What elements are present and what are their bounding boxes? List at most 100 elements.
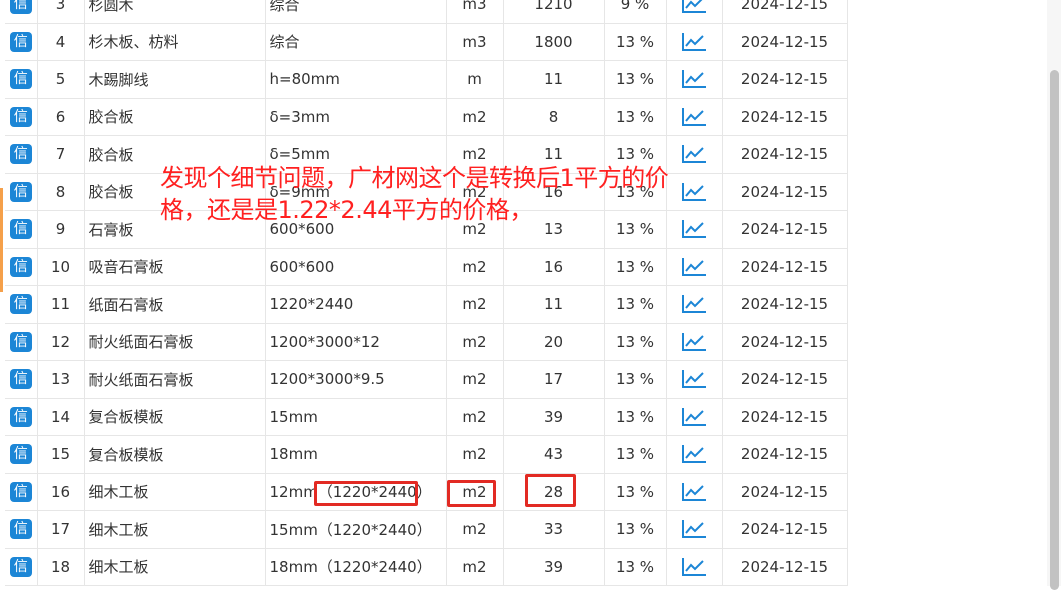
xin-badge-icon[interactable]: 信	[9, 369, 32, 390]
material-name: 胶合板	[84, 98, 266, 136]
update-date: 2024-12-15	[722, 510, 848, 549]
table-row: 信 3 杉圆木 综合 m3 1210 9 % 2024-12-15	[5, 0, 848, 24]
xin-badge-icon[interactable]: 信	[9, 519, 32, 540]
trend-chart-icon[interactable]	[681, 32, 707, 52]
price: 39	[503, 398, 605, 436]
unit: m2	[446, 285, 504, 324]
update-date: 2024-12-15	[722, 0, 848, 24]
material-name: 吸音石膏板	[84, 248, 266, 286]
price: 16	[503, 248, 605, 286]
xin-badge-icon[interactable]: 信	[9, 481, 32, 502]
trend-chart-icon[interactable]	[681, 444, 707, 464]
trend-chart-icon[interactable]	[681, 482, 707, 502]
update-date: 2024-12-15	[722, 548, 848, 586]
badge-cell: 信	[5, 135, 38, 174]
xin-badge-icon[interactable]: 信	[9, 144, 32, 165]
trend-chart-icon[interactable]	[681, 294, 707, 314]
xin-badge-icon[interactable]: 信	[9, 181, 32, 202]
price: 11	[503, 60, 605, 99]
xin-badge-icon[interactable]: 信	[9, 556, 32, 577]
row-index: 8	[37, 173, 85, 211]
material-name: 杉圆木	[84, 0, 266, 24]
left-accent-bar	[0, 188, 3, 292]
trend-chart-icon[interactable]	[681, 107, 707, 127]
trend-cell	[666, 548, 723, 586]
material-spec: 1220*2440	[265, 285, 447, 324]
highlight-box-spec	[314, 481, 418, 506]
unit: m2	[446, 323, 504, 361]
material-spec: 18mm	[265, 435, 447, 474]
trend-chart-icon[interactable]	[681, 407, 707, 427]
trend-chart-icon[interactable]	[681, 257, 707, 277]
annotation-line-2: 格，还是是1.22*2.44平方的价格，	[160, 196, 533, 224]
xin-badge-icon[interactable]: 信	[9, 31, 32, 52]
table-row: 信 4 杉木板、枋料 综合 m3 1800 13 % 2024-12-15	[5, 23, 848, 61]
update-date: 2024-12-15	[722, 435, 848, 474]
trend-chart-icon[interactable]	[681, 519, 707, 539]
xin-badge-icon[interactable]: 信	[9, 294, 32, 315]
tax-rate: 13 %	[604, 473, 667, 511]
material-name: 细木工板	[84, 548, 266, 586]
tax-rate: 13 %	[604, 60, 667, 99]
badge-cell: 信	[5, 510, 38, 549]
material-name: 复合板模板	[84, 398, 266, 436]
unit: m2	[446, 398, 504, 436]
tax-rate: 13 %	[604, 360, 667, 399]
material-name: 耐火纸面石膏板	[84, 360, 266, 399]
unit: m3	[446, 0, 504, 24]
price: 1800	[503, 23, 605, 61]
material-spec: 综合	[265, 23, 447, 61]
row-index: 4	[37, 23, 85, 61]
update-date: 2024-12-15	[722, 60, 848, 99]
update-date: 2024-12-15	[722, 173, 848, 211]
price: 43	[503, 435, 605, 474]
xin-badge-icon[interactable]: 信	[9, 219, 32, 240]
xin-badge-icon[interactable]: 信	[9, 444, 32, 465]
material-name: 木踢脚线	[84, 60, 266, 99]
annotation-note: 发现个细节问题，广材网这个是转换后1平方的价 格，还是是1.22*2.44平方的…	[160, 162, 740, 226]
vertical-scrollbar[interactable]	[1047, 0, 1061, 590]
unit: m2	[446, 248, 504, 286]
trend-chart-icon[interactable]	[681, 69, 707, 89]
trend-chart-icon[interactable]	[681, 0, 707, 14]
unit: m2	[446, 98, 504, 136]
trend-chart-icon[interactable]	[681, 369, 707, 389]
scrollbar-thumb[interactable]	[1050, 70, 1059, 590]
price-table: 信 3 杉圆木 综合 m3 1210 9 % 2024-12-15 信 4 杉木板、枋料 综合 m3 18…	[5, 0, 848, 586]
tax-rate: 13 %	[604, 98, 667, 136]
trend-cell	[666, 360, 723, 399]
table-body: 信 3 杉圆木 综合 m3 1210 9 % 2024-12-15 信 4 杉木板、枋料 综合 m3 18…	[5, 0, 848, 586]
xin-badge-icon[interactable]: 信	[9, 69, 32, 90]
xin-badge-icon[interactable]: 信	[9, 406, 32, 427]
row-index: 3	[37, 0, 85, 24]
xin-badge-icon[interactable]: 信	[9, 331, 32, 352]
tax-rate: 13 %	[604, 510, 667, 549]
update-date: 2024-12-15	[722, 98, 848, 136]
update-date: 2024-12-15	[722, 398, 848, 436]
price: 11	[503, 285, 605, 324]
trend-chart-icon[interactable]	[681, 332, 707, 352]
xin-badge-icon[interactable]: 信	[9, 106, 32, 127]
xin-badge-icon[interactable]: 信	[9, 256, 32, 277]
badge-cell: 信	[5, 323, 38, 361]
row-index: 18	[37, 548, 85, 586]
tax-rate: 13 %	[604, 398, 667, 436]
unit: m	[446, 60, 504, 99]
table-row: 信 14 复合板模板 15mm m2 39 13 % 2024-12-15	[5, 398, 848, 436]
tax-rate: 13 %	[604, 285, 667, 324]
trend-cell	[666, 510, 723, 549]
unit: m2	[446, 435, 504, 474]
table-row: 信 16 细木工板 12mm（1220*2440） m2 28 13 % 2024-12-15	[5, 473, 848, 511]
update-date: 2024-12-15	[722, 285, 848, 324]
trend-chart-icon[interactable]	[681, 557, 707, 577]
material-spec: 600*600	[265, 248, 447, 286]
trend-cell	[666, 398, 723, 436]
row-index: 14	[37, 398, 85, 436]
row-index: 11	[37, 285, 85, 324]
highlight-box-unit	[447, 480, 496, 507]
material-name: 复合板模板	[84, 435, 266, 474]
row-index: 12	[37, 323, 85, 361]
badge-cell: 信	[5, 23, 38, 61]
xin-badge-icon[interactable]: 信	[9, 0, 32, 15]
trend-cell	[666, 323, 723, 361]
